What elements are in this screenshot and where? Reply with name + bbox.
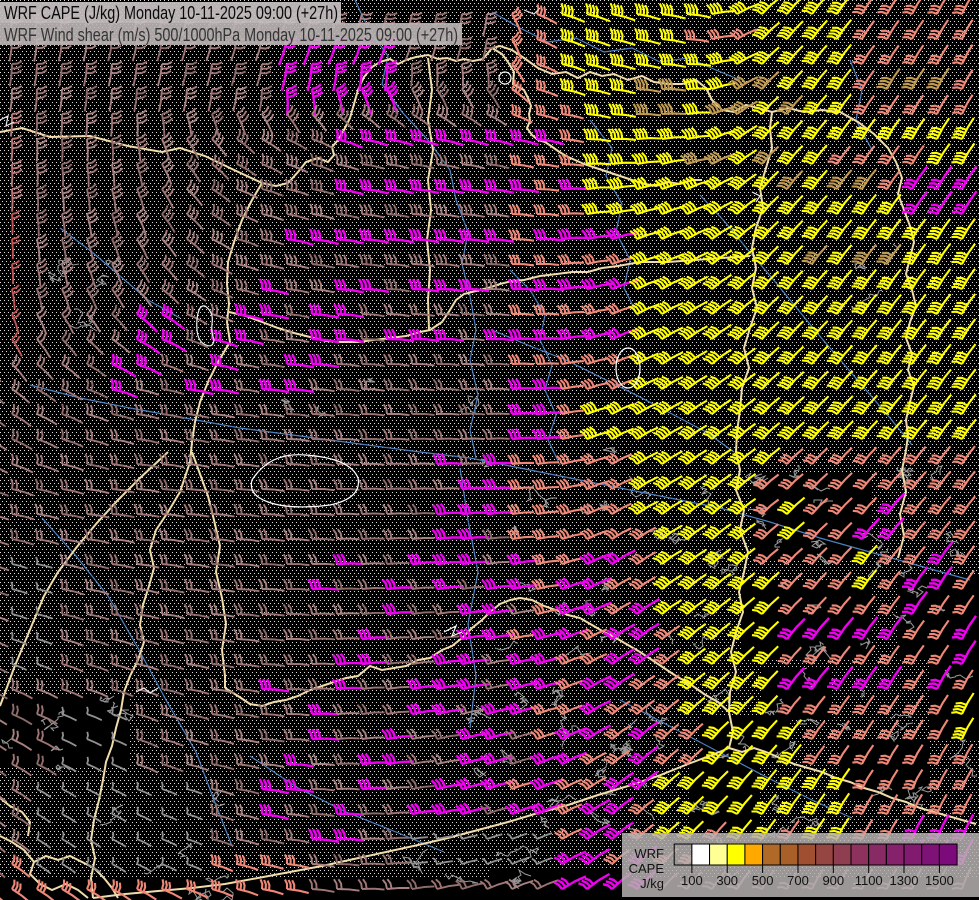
- svg-text:500: 500: [752, 873, 774, 888]
- svg-text:CAPE: CAPE: [629, 861, 665, 876]
- svg-text:J/kg: J/kg: [640, 876, 664, 891]
- svg-text:WRF Wind shear (m/s) 500/1000h: WRF Wind shear (m/s) 500/1000hPa Monday …: [4, 25, 458, 45]
- svg-text:WRF CAPE (J/kg) Monday 10-11-2: WRF CAPE (J/kg) Monday 10-11-2025 09:00 …: [4, 3, 338, 23]
- svg-text:900: 900: [822, 873, 844, 888]
- svg-text:300: 300: [716, 873, 738, 888]
- svg-text:100: 100: [681, 873, 703, 888]
- svg-text:1300: 1300: [890, 873, 919, 888]
- svg-text:1100: 1100: [855, 873, 883, 888]
- svg-text:WRF: WRF: [634, 846, 664, 861]
- svg-text:700: 700: [787, 873, 809, 888]
- svg-text:1500: 1500: [925, 873, 954, 888]
